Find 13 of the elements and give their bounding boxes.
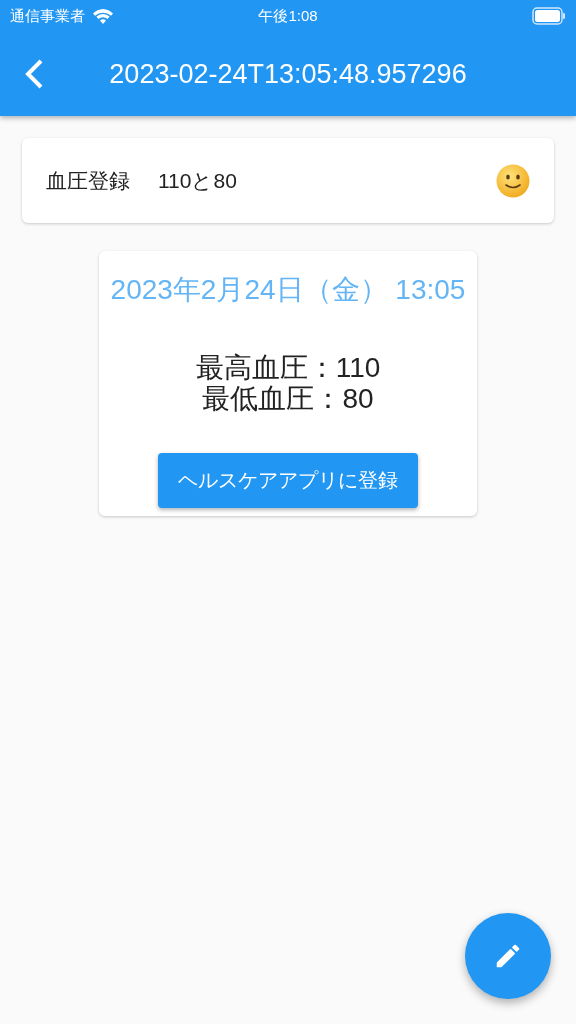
battery-icon [532,7,566,25]
tile-label: 血圧登録 [46,167,130,194]
smiley-icon [496,163,530,198]
page-title: 2023-02-24T13:05:48.957296 [109,58,467,89]
wifi-icon [93,8,113,24]
carrier-name: 通信事業者 [10,5,85,26]
pressure-reading: 最低血圧：80 [202,383,374,415]
tile-value: 110と80 [158,167,238,194]
status-time: 午後1:08 [258,5,318,26]
edit-button[interactable] [465,913,551,999]
pressure-reading: 最高血圧：110 [195,353,381,384]
record-date: 2023年2月24日（金） 13:05 [110,273,466,307]
record-tile[interactable]: 血圧登録 110と80 [22,138,554,223]
